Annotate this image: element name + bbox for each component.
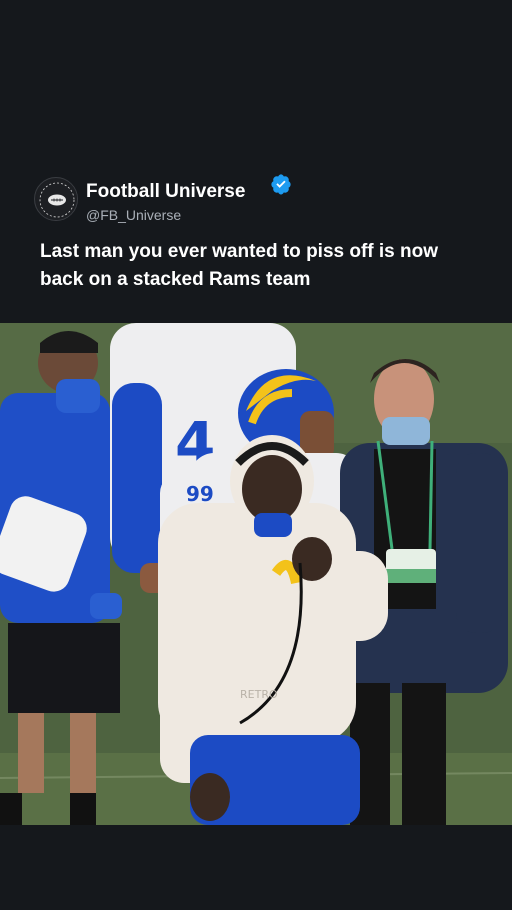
avatar-logo bbox=[36, 179, 77, 220]
author-name[interactable]: Football Universe bbox=[86, 181, 245, 203]
post-text: Last man you ever wanted to piss off is … bbox=[40, 241, 439, 290]
hoodie-brand-mark: RETRO bbox=[240, 688, 278, 701]
author-handle[interactable]: @FB_Universe bbox=[86, 207, 181, 223]
post-header: Football Universe @FB_Universe bbox=[34, 174, 494, 223]
sideline-photo: 4 99 RETRO bbox=[0, 323, 512, 825]
verified-badge-icon bbox=[271, 174, 291, 195]
jersey-number-99: 99 bbox=[186, 482, 214, 506]
avatar[interactable] bbox=[34, 177, 78, 221]
post-media-image[interactable]: 4 99 RETRO bbox=[0, 323, 512, 825]
